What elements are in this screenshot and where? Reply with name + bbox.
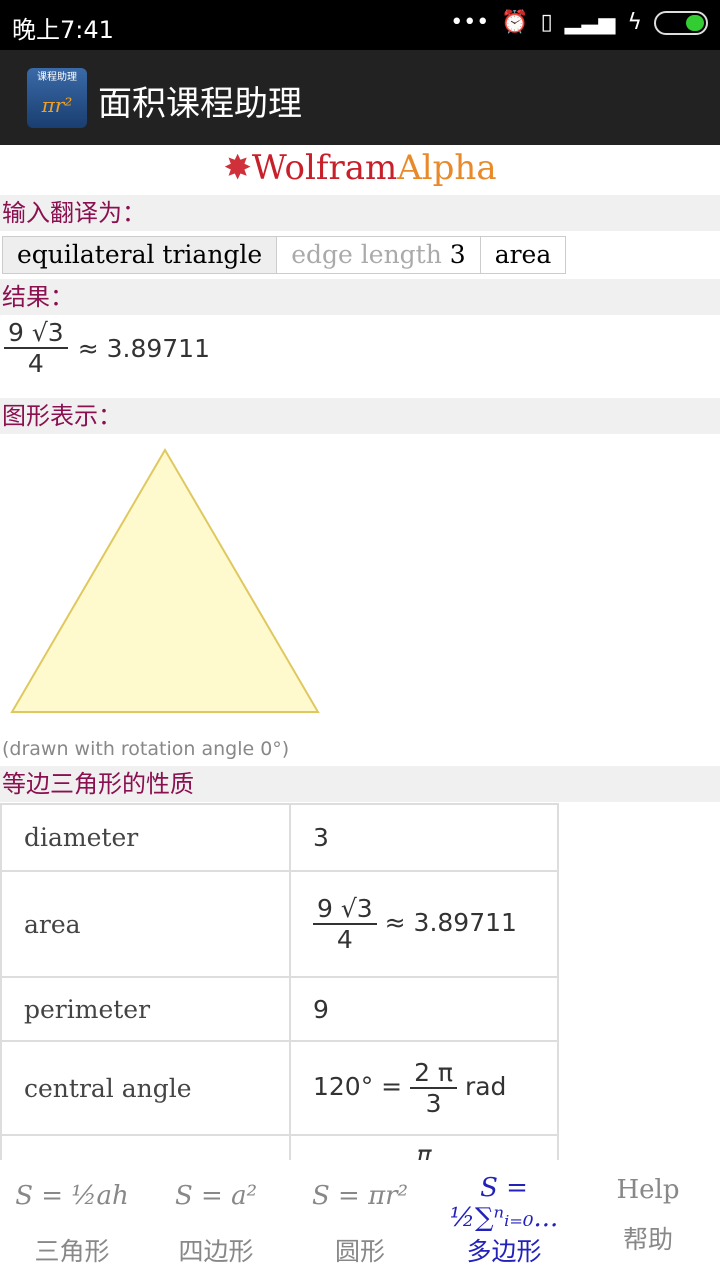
table-row: diameter 3 xyxy=(0,803,559,872)
nav-polygon[interactable]: S = ½∑ⁿᵢ₌₀... 多边形 xyxy=(432,1160,576,1280)
nav-formula: S = ½ah xyxy=(15,1181,129,1211)
nav-triangle[interactable]: S = ½ah 三角形 xyxy=(0,1160,144,1280)
fraction: 9 √3 4 xyxy=(313,894,377,954)
clock: 晚上7:41 xyxy=(12,16,114,44)
table-row: central angle 120° = 2 π3 rad xyxy=(0,1040,559,1136)
result-value: 9 √3 4 ≈ 3.89711 xyxy=(4,318,210,378)
alarm-icon: ⏰ xyxy=(501,10,529,35)
numerator: 2 π xyxy=(410,1058,457,1089)
result-header: 结果： xyxy=(0,279,720,315)
nav-help[interactable]: Help 帮助 xyxy=(576,1160,720,1280)
logo-part2: Alpha xyxy=(397,148,497,188)
approx-value: ≈ 3.89711 xyxy=(384,908,517,937)
nav-label: 多边形 xyxy=(466,1237,542,1266)
nav-label: 三角形 xyxy=(34,1237,110,1266)
triangle-shape xyxy=(10,448,320,713)
denominator: 3 xyxy=(425,1089,442,1118)
fraction: 2 π3 xyxy=(410,1058,457,1118)
app-title: 面积课程助理 xyxy=(98,84,302,124)
battery-icon xyxy=(654,10,708,35)
nav-label: 圆形 xyxy=(334,1237,385,1266)
denominator: 4 xyxy=(27,349,44,378)
wolfram-alpha-logo: ✸WolframAlpha xyxy=(223,148,497,188)
properties-table: diameter 3 area 9 √3 4 ≈ 3.89711 perimeter… xyxy=(0,803,559,1196)
nav-formula: S = πr² xyxy=(311,1181,409,1211)
input-header: 输入翻译为： xyxy=(0,195,720,231)
nav-label: 帮助 xyxy=(622,1225,673,1254)
bottom-nav: S = ½ah 三角形 S = a² 四边形 S = πr² 圆形 S = ½∑ⁿᵢ₌… xyxy=(0,1160,720,1280)
signal-icon: ▂▃▅ xyxy=(564,10,616,35)
table-row: perimeter 9 xyxy=(0,976,559,1042)
property-value: 9 xyxy=(289,976,559,1042)
more-dots-icon: ••• xyxy=(450,10,490,35)
app-icon-text: 课程助理 xyxy=(37,72,77,83)
nav-formula: Help xyxy=(616,1175,680,1205)
property-name: perimeter xyxy=(0,976,291,1042)
property-value: 120° = 2 π3 rad xyxy=(289,1040,559,1136)
charging-icon: ϟ xyxy=(627,10,642,35)
chip-value: 3 xyxy=(449,240,466,269)
app-icon[interactable]: 课程助理 πr² xyxy=(27,68,87,128)
app-icon-formula: πr² xyxy=(41,93,73,117)
triangle-graphic xyxy=(10,448,320,713)
chip-edge-length[interactable]: edge length 3 xyxy=(277,237,481,273)
chip-area[interactable]: area xyxy=(481,237,566,273)
nav-formula: S = ½∑ⁿᵢ₌₀... xyxy=(449,1173,559,1233)
approx-value: ≈ 3.89711 xyxy=(77,333,210,363)
nav-formula: S = a² xyxy=(174,1181,258,1211)
denominator: 4 xyxy=(336,925,353,954)
status-bar: 晚上7:41 ••• ⏰ ▯ ▂▃▅ ϟ xyxy=(0,0,720,50)
logo-part1: Wolfram xyxy=(251,148,398,188)
app-bar: 课程助理 πr² 面积课程助理 xyxy=(0,50,720,145)
nav-label: 四边形 xyxy=(178,1237,254,1266)
nav-quadrilateral[interactable]: S = a² 四边形 xyxy=(144,1160,288,1280)
graphic-header: 图形表示： xyxy=(0,398,720,434)
input-interpretation: equilateral triangle edge length 3 area xyxy=(2,236,567,274)
property-name: area xyxy=(0,870,291,978)
table-row: area 9 √3 4 ≈ 3.89711 xyxy=(0,870,559,978)
property-value: 3 xyxy=(289,803,559,872)
property-name: diameter xyxy=(0,803,291,872)
value-prefix: 120° = xyxy=(313,1072,403,1101)
property-value: 9 √3 4 ≈ 3.89711 xyxy=(289,870,559,978)
usb-icon: ▯ xyxy=(540,10,553,35)
numerator: 9 √3 xyxy=(4,318,68,349)
nav-circle[interactable]: S = πr² 圆形 xyxy=(288,1160,432,1280)
numerator: 9 √3 xyxy=(313,894,377,925)
properties-header: 等边三角形的性质 xyxy=(0,766,720,802)
fraction: 9 √3 4 xyxy=(4,318,68,378)
chip-label: edge length xyxy=(291,240,442,269)
property-name: central angle xyxy=(0,1040,291,1136)
graphic-caption: (drawn with rotation angle 0°) xyxy=(2,738,290,760)
chip-shape[interactable]: equilateral triangle xyxy=(3,237,278,273)
value-suffix: rad xyxy=(464,1072,507,1101)
